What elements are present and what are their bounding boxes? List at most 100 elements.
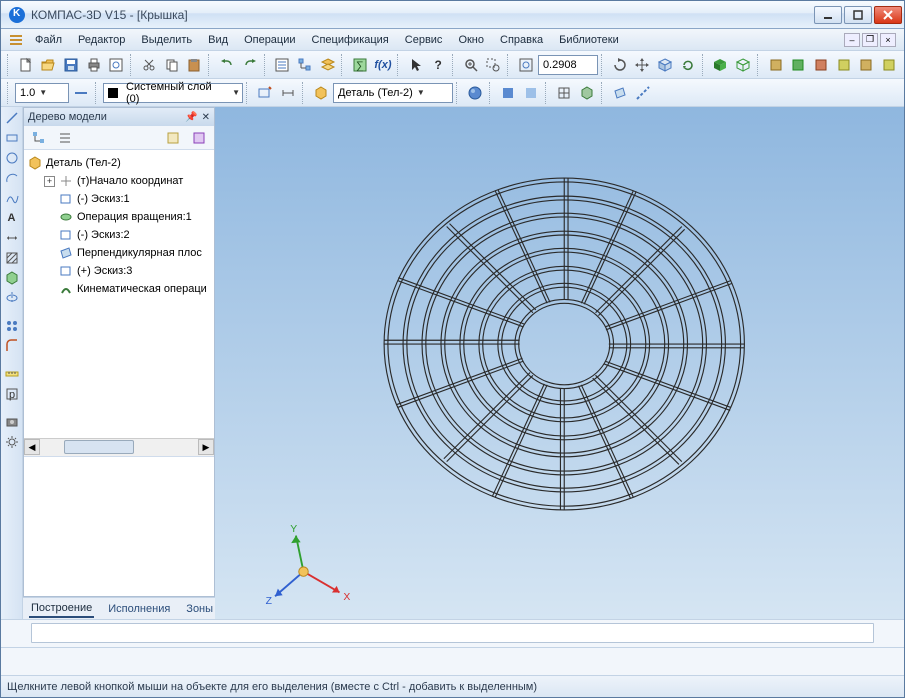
part-combo[interactable]: Деталь (Тел-2)▼ — [333, 83, 453, 103]
tree-item-sketch3[interactable]: (+) Эскиз:3 — [26, 262, 212, 280]
tree-option-button[interactable] — [188, 127, 210, 149]
scroll-thumb[interactable] — [64, 440, 134, 454]
cut-button[interactable] — [138, 54, 160, 76]
pin-icon[interactable]: 📌 — [185, 112, 197, 123]
lb-dim[interactable] — [3, 229, 21, 247]
layers-button[interactable] — [317, 54, 339, 76]
view6-button[interactable] — [878, 54, 900, 76]
minimize-button[interactable] — [814, 6, 842, 24]
view4-button[interactable] — [833, 54, 855, 76]
menu-operations[interactable]: Операции — [236, 32, 303, 48]
material-button[interactable] — [464, 82, 486, 104]
sketch-button[interactable] — [254, 82, 276, 104]
maximize-button[interactable] — [844, 6, 872, 24]
layer-combo[interactable]: Системный слой (0)▼ — [103, 83, 243, 103]
new-button[interactable] — [15, 54, 37, 76]
lb-hatch[interactable] — [3, 249, 21, 267]
help-pointer-button[interactable]: ? — [427, 54, 449, 76]
lb-line[interactable] — [3, 109, 21, 127]
style-button[interactable] — [70, 82, 92, 104]
tree-mode2-button[interactable] — [54, 127, 76, 149]
variables-button[interactable]: ∑ — [349, 54, 371, 76]
menu-help[interactable]: Справка — [492, 32, 551, 48]
3d-viewport[interactable]: X Y Z — [215, 107, 904, 619]
pan-button[interactable] — [632, 54, 654, 76]
menu-libraries[interactable]: Библиотеки — [551, 32, 627, 48]
lb-rect[interactable] — [3, 129, 21, 147]
wireframe-button[interactable] — [732, 54, 754, 76]
menu-file[interactable]: Файл — [27, 32, 70, 48]
color2-button[interactable] — [520, 82, 542, 104]
view-iso-button[interactable] — [654, 54, 676, 76]
plane-button[interactable] — [609, 82, 631, 104]
menu-editor[interactable]: Редактор — [70, 32, 133, 48]
menu-service[interactable]: Сервис — [397, 32, 451, 48]
tree-button[interactable] — [294, 54, 316, 76]
zoom-fit-button[interactable] — [515, 54, 537, 76]
redo-button[interactable] — [239, 54, 261, 76]
mdi-restore-button[interactable]: ❐ — [862, 33, 878, 47]
lb-array[interactable] — [3, 317, 21, 335]
lb-spline[interactable] — [3, 189, 21, 207]
command-input[interactable] — [31, 623, 874, 643]
tab-zones[interactable]: Зоны — [184, 601, 215, 617]
grid-button[interactable] — [553, 82, 575, 104]
print-button[interactable] — [83, 54, 105, 76]
construct-button[interactable] — [576, 82, 598, 104]
lb-text[interactable]: A — [3, 209, 21, 227]
menu-view[interactable]: Вид — [200, 32, 236, 48]
model-tree[interactable]: Деталь (Тел-2) + (т)Начало координат (-)… — [24, 150, 214, 298]
zoom-window-button[interactable] — [483, 54, 505, 76]
view3-button[interactable] — [810, 54, 832, 76]
scroll-right-button[interactable]: ▶ — [198, 439, 214, 455]
app-menu-icon[interactable] — [5, 29, 27, 51]
lb-measure[interactable] — [3, 365, 21, 383]
lb-arc[interactable] — [3, 169, 21, 187]
panel-close-button[interactable]: ✕ — [202, 112, 210, 123]
zoom-in-button[interactable] — [460, 54, 482, 76]
mdi-minimize-button[interactable]: – — [844, 33, 860, 47]
tab-exec[interactable]: Исполнения — [106, 601, 172, 617]
close-button[interactable] — [874, 6, 902, 24]
lb-revolve[interactable] — [3, 289, 21, 307]
tree-item-plane[interactable]: Перпендикулярная плос — [26, 244, 212, 262]
undo-button[interactable] — [216, 54, 238, 76]
view5-button[interactable] — [855, 54, 877, 76]
copy-button[interactable] — [161, 54, 183, 76]
lb-camera[interactable] — [3, 413, 21, 431]
scale-combo[interactable]: 1.0▼ — [15, 83, 69, 103]
tree-expand-button[interactable] — [162, 127, 184, 149]
expander-icon[interactable]: + — [44, 176, 55, 187]
color1-button[interactable] — [497, 82, 519, 104]
open-button[interactable] — [38, 54, 60, 76]
tree-mode1-button[interactable] — [28, 127, 50, 149]
tree-item-sweep[interactable]: Кинематическая операци — [26, 280, 212, 298]
scroll-left-button[interactable]: ◀ — [24, 439, 40, 455]
refresh-button[interactable] — [677, 54, 699, 76]
tree-item-revolve[interactable]: Операция вращения:1 — [26, 208, 212, 226]
fx-button[interactable]: f(x) — [372, 54, 394, 76]
pointer-button[interactable] — [405, 54, 427, 76]
preview-button[interactable] — [106, 54, 128, 76]
mdi-close-button[interactable]: × — [880, 33, 896, 47]
menu-spec[interactable]: Спецификация — [304, 32, 397, 48]
dimension-button[interactable] — [277, 82, 299, 104]
zoom-value-input[interactable] — [538, 55, 598, 75]
lb-extrude[interactable] — [3, 269, 21, 287]
lb-settings[interactable] — [3, 433, 21, 451]
tree-item-sketch2[interactable]: (-) Эскиз:2 — [26, 226, 212, 244]
tree-item-origin[interactable]: + (т)Начало координат — [26, 172, 212, 190]
tree-item-sketch1[interactable]: (-) Эскиз:1 — [26, 190, 212, 208]
shaded-button[interactable] — [710, 54, 732, 76]
lb-fillet[interactable] — [3, 337, 21, 355]
rotate-button[interactable] — [609, 54, 631, 76]
tree-root[interactable]: Деталь (Тел-2) — [26, 154, 212, 172]
tree-hscrollbar[interactable]: ◀ ▶ — [24, 438, 214, 456]
component-button[interactable] — [310, 82, 332, 104]
save-button[interactable] — [60, 54, 82, 76]
paste-button[interactable] — [184, 54, 206, 76]
tab-build[interactable]: Построение — [29, 600, 94, 618]
menu-window[interactable]: Окно — [450, 32, 492, 48]
axis-button[interactable] — [632, 82, 654, 104]
view1-button[interactable] — [765, 54, 787, 76]
